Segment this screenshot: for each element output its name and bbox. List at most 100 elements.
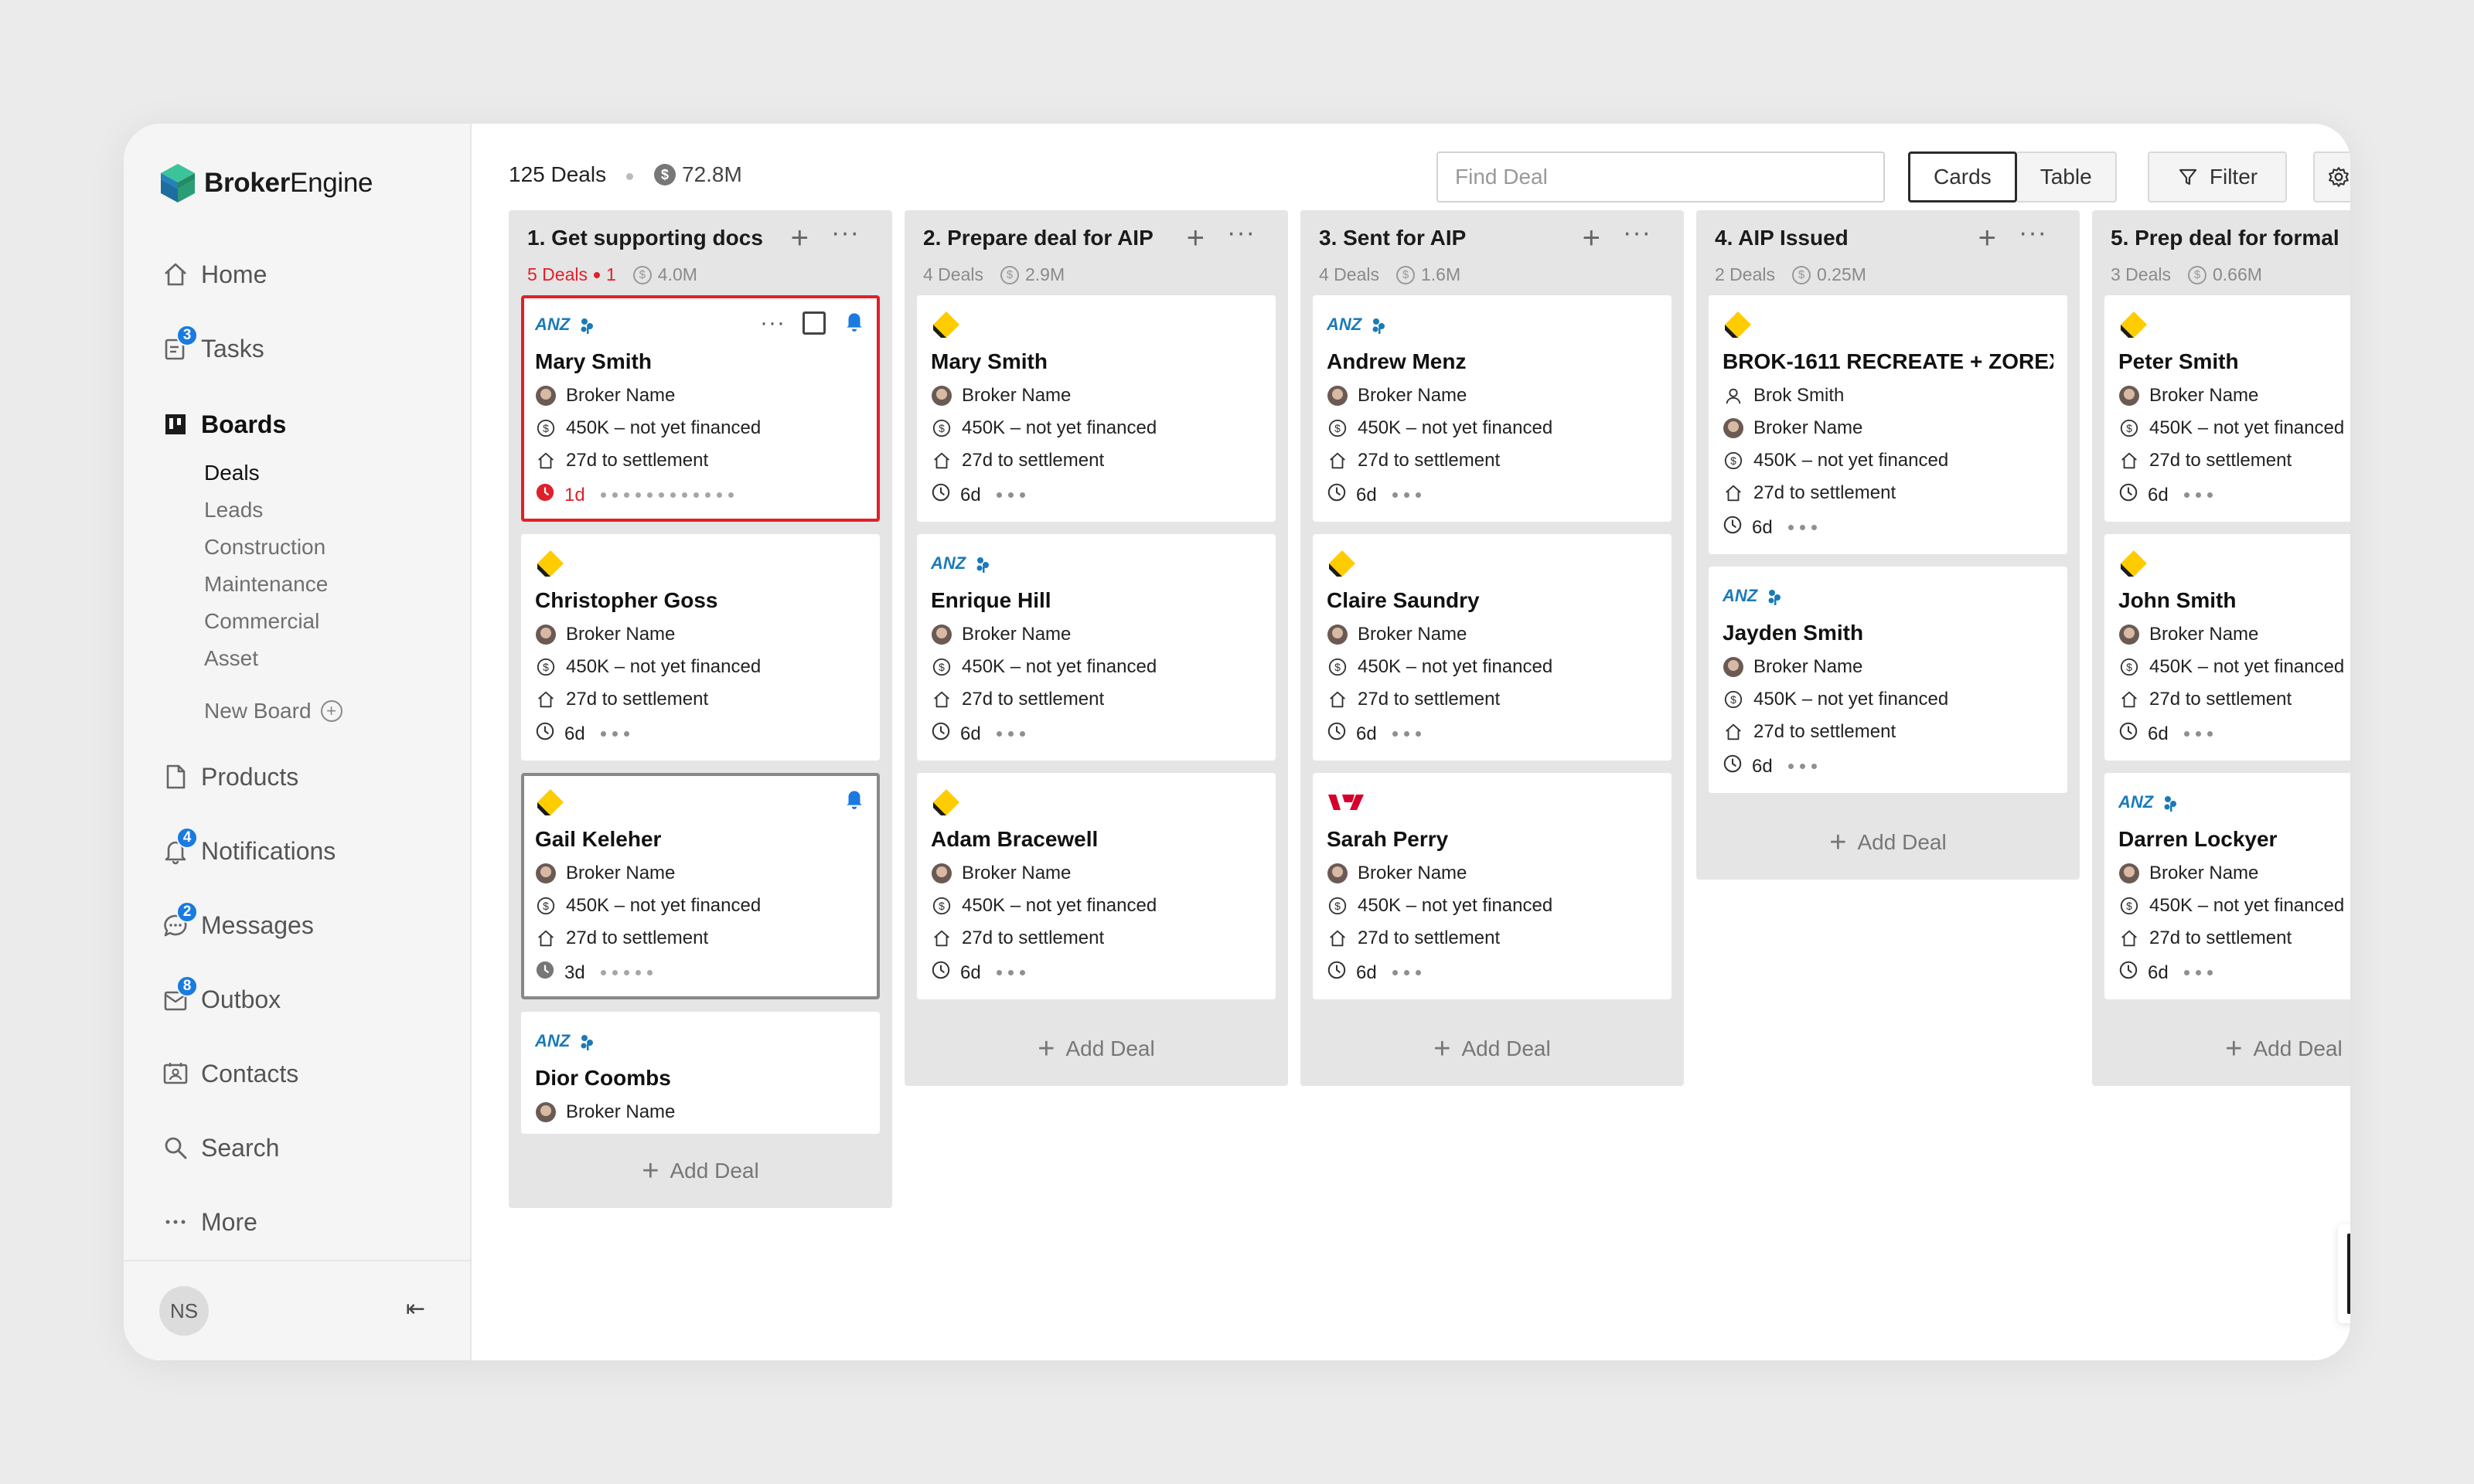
- filter-label: Filter: [2209, 165, 2258, 189]
- deal-card[interactable]: ANZ Enrique Hill Broker Name $450K – not ye…: [917, 534, 1276, 761]
- bell-icon[interactable]: [843, 309, 866, 336]
- column-more-icon[interactable]: ···: [1227, 218, 1256, 248]
- user-avatar[interactable]: NS: [159, 1286, 209, 1336]
- board-columns: 1. Get supporting docs + ··· 5 Deals 1 $4.0M A…: [509, 210, 2350, 1208]
- svg-text:$: $: [543, 900, 549, 912]
- stage-status-row: 3d: [535, 960, 866, 985]
- minimap-viewport[interactable]: [2347, 1234, 2350, 1314]
- nav-contacts[interactable]: Contacts: [161, 1059, 298, 1088]
- anz-logo-icon: ANZ: [931, 553, 989, 573]
- finance-row: $450K – not yet financed: [1723, 689, 2053, 710]
- contact-row: Brok Smith: [1723, 385, 2053, 407]
- settlement-text: 27d to settlement: [1358, 689, 1501, 710]
- filter-button[interactable]: Filter: [2148, 151, 2287, 203]
- add-deal-button[interactable]: + Add Deal: [917, 1012, 1276, 1086]
- nav-search[interactable]: Search: [161, 1133, 279, 1162]
- deal-card[interactable]: ANZ ··· Mary Smith Broker Name $450K – not y…: [521, 295, 880, 522]
- bell-icon[interactable]: [843, 787, 866, 814]
- new-board-button[interactable]: New Board +: [204, 699, 342, 723]
- finance-status: 450K – not yet financed: [2149, 895, 2345, 916]
- broker-row: Broker Name: [2118, 624, 2350, 645]
- deal-card[interactable]: Sarah Perry Broker Name $450K – not yet fi…: [1313, 773, 1671, 999]
- board-leads[interactable]: Leads: [204, 498, 263, 522]
- commbank-logo-icon: [537, 789, 564, 815]
- board-minimap[interactable]: [2338, 1224, 2350, 1323]
- nav-home[interactable]: Home: [161, 260, 267, 289]
- nav-products[interactable]: Products: [161, 762, 298, 791]
- deal-card[interactable]: ANZ Jayden Smith Broker Name $450K – not ye…: [1709, 567, 2067, 793]
- deal-card[interactable]: Claire Saundry Broker Name $450K – not yet…: [1313, 534, 1671, 761]
- board-maintenance[interactable]: Maintenance: [204, 572, 328, 597]
- find-deal-input[interactable]: [1436, 151, 1885, 203]
- add-card-plus-icon[interactable]: +: [1583, 221, 1600, 256]
- finance-status: 450K – not yet financed: [962, 417, 1157, 438]
- column-more-icon[interactable]: ···: [831, 218, 860, 248]
- add-deal-button[interactable]: + Add Deal: [521, 1134, 880, 1208]
- house-icon: [931, 450, 952, 471]
- cards-view-button[interactable]: Cards: [1908, 151, 2017, 203]
- search-icon: [161, 1133, 190, 1162]
- house-icon: [535, 689, 557, 710]
- progress-dot: [1007, 492, 1014, 498]
- deal-card[interactable]: John Smith Broker Name $450K – not yet fin…: [2104, 534, 2350, 761]
- finance-status: 450K – not yet financed: [566, 656, 762, 677]
- board-deals[interactable]: Deals: [204, 461, 260, 485]
- finance-row: $450K – not yet financed: [2118, 417, 2350, 439]
- board-commercial[interactable]: Commercial: [204, 609, 319, 634]
- filter-funnel-icon: [2179, 168, 2196, 186]
- deal-card[interactable]: Christopher Goss Broker Name $450K – not y…: [521, 534, 880, 761]
- progress-dot: [1799, 525, 1805, 530]
- finance-row: $450K – not yet financed: [1327, 417, 1658, 439]
- stage-status-row: 6d: [1327, 960, 1658, 985]
- deal-card[interactable]: Adam Bracewell Broker Name $450K – not yet…: [917, 773, 1276, 999]
- column-deal-count: 3 Deals: [2111, 264, 2171, 284]
- add-deal-button[interactable]: + Add Deal: [1709, 805, 2067, 880]
- table-view-button[interactable]: Table: [2016, 151, 2117, 203]
- board-settings-button[interactable]: [2313, 151, 2350, 203]
- board-construction[interactable]: Construction: [204, 535, 325, 560]
- broker-name: Broker Name: [962, 863, 1072, 883]
- add-card-plus-icon[interactable]: +: [1187, 221, 1205, 256]
- finance-row: $450K – not yet financed: [1327, 656, 1658, 678]
- column-summary: 5 Deals 1 $4.0M: [527, 264, 697, 285]
- nav-tasks[interactable]: 3 Tasks: [161, 325, 264, 363]
- nav-outbox[interactable]: 8 Outbox: [161, 975, 281, 1014]
- column-more-icon[interactable]: ···: [2019, 218, 2047, 248]
- clock-icon: [1327, 960, 1347, 985]
- deal-card[interactable]: Gail Keleher Broker Name $450K – not yet f…: [521, 773, 880, 999]
- brokerengine-logo[interactable]: BrokerEngine: [159, 162, 373, 204]
- deal-card[interactable]: Peter Smith Broker Name $450K – not yet fi…: [2104, 295, 2350, 522]
- settlement-text: 27d to settlement: [2149, 928, 2292, 948]
- column-more-icon[interactable]: ···: [1623, 218, 1651, 248]
- new-board-label: New Board: [204, 699, 312, 723]
- add-card-plus-icon[interactable]: +: [1978, 221, 1996, 256]
- collapse-sidebar-icon[interactable]: ⇤: [406, 1295, 425, 1322]
- deal-card[interactable]: BROK-1611 RECREATE + ZOREX Brok Smith Brok…: [1709, 295, 2067, 554]
- deal-name: Andrew Menz: [1327, 349, 1467, 373]
- deal-card[interactable]: Mary Smith Broker Name $450K – not yet fin…: [917, 295, 1276, 522]
- nav-boards-label: Boards: [201, 410, 287, 438]
- broker-row: Broker Name: [2118, 863, 2350, 884]
- card-more-icon[interactable]: ···: [760, 310, 785, 336]
- progress-dot: [996, 492, 1002, 498]
- deal-card[interactable]: ANZ Darren Lockyer Broker Name $450K – not …: [2104, 773, 2350, 999]
- nav-more[interactable]: More: [161, 1207, 257, 1237]
- progress-dot: [612, 970, 618, 975]
- add-deal-button[interactable]: + Add Deal: [1313, 1012, 1671, 1086]
- deal-name: Mary Smith: [931, 349, 1048, 373]
- progress-dot: [1007, 970, 1014, 975]
- nav-notifications[interactable]: 4 Notifications: [161, 827, 336, 866]
- add-deal-button[interactable]: + Add Deal: [2104, 1012, 2350, 1086]
- add-card-plus-icon[interactable]: +: [791, 221, 809, 256]
- house-icon: [2118, 928, 2140, 949]
- dollar-circle-icon: $: [2118, 656, 2140, 678]
- stage-status-row: 6d: [2118, 721, 2350, 747]
- nav-messages[interactable]: 2 Messages: [161, 901, 314, 940]
- deal-card[interactable]: ANZ Dior Coombs Broker Name: [521, 1012, 880, 1134]
- dollar-circle-icon: $: [535, 417, 557, 439]
- nav-boards[interactable]: Boards: [161, 410, 286, 439]
- stage-status-row: 6d: [2118, 482, 2350, 508]
- card-select-checkbox[interactable]: [803, 311, 826, 335]
- board-asset[interactable]: Asset: [204, 646, 258, 671]
- deal-card[interactable]: ANZ Andrew Menz Broker Name $450K – not yet…: [1313, 295, 1671, 522]
